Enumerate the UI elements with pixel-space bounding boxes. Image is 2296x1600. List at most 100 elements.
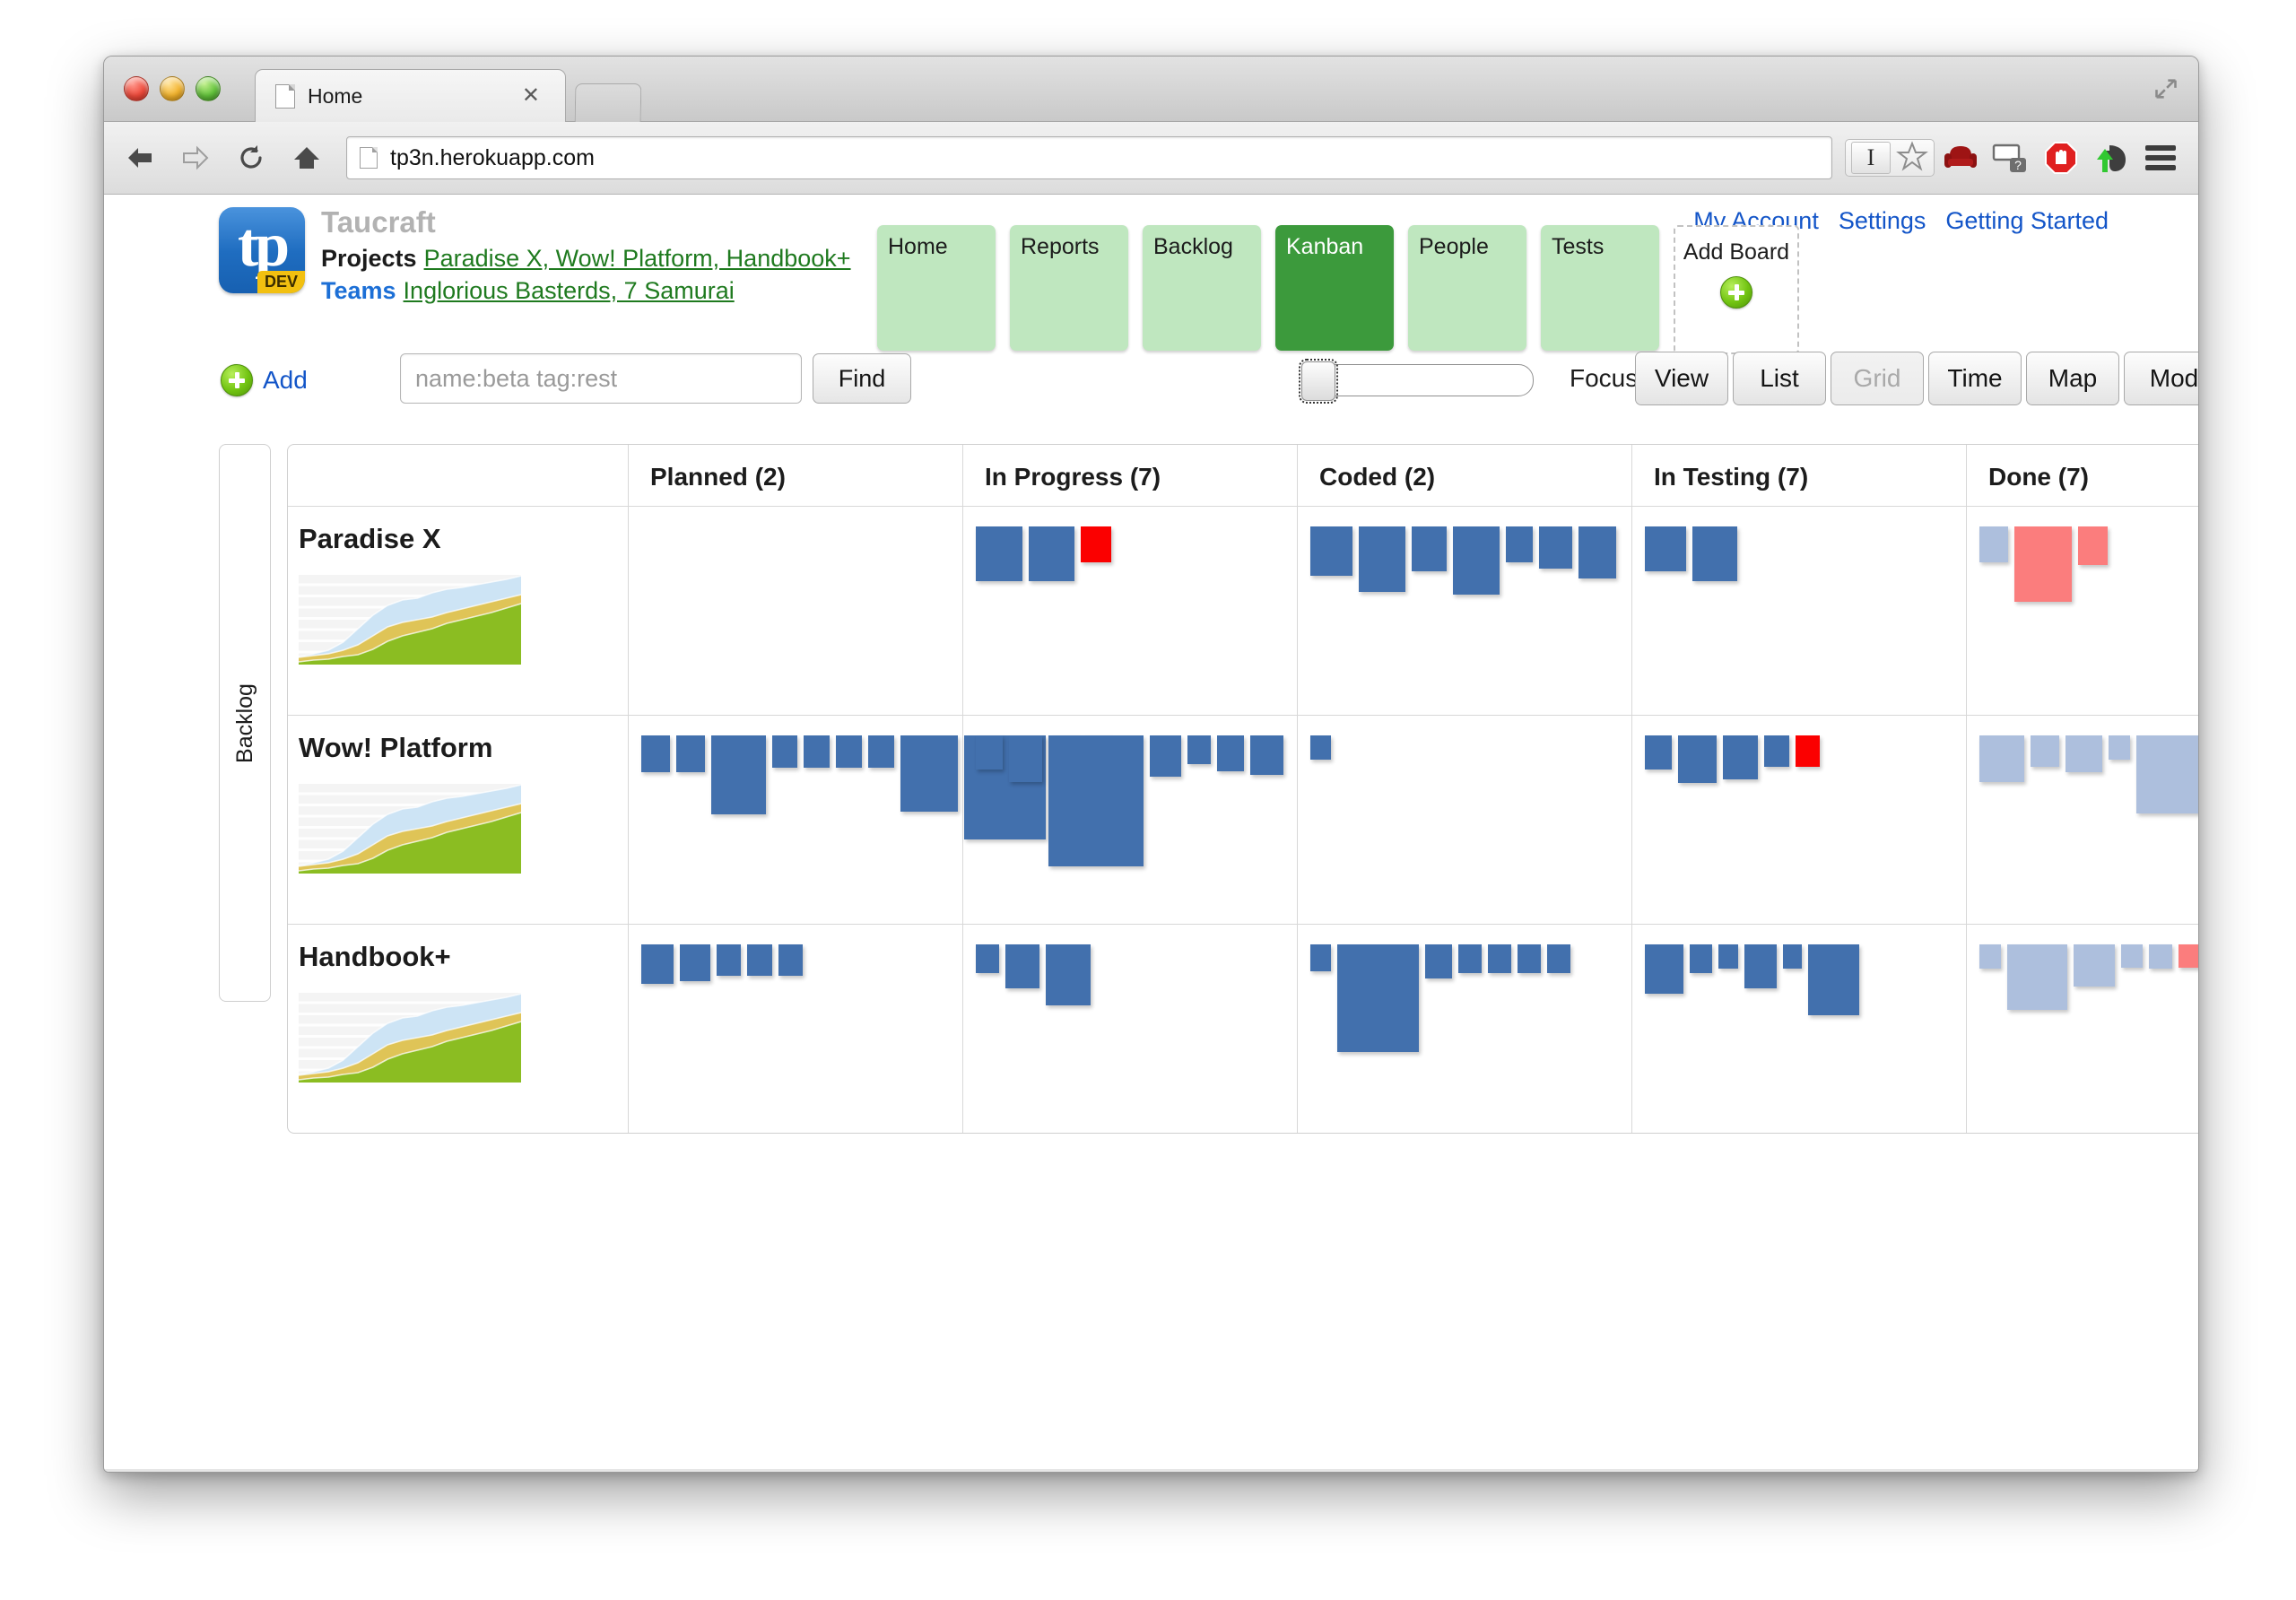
work-item-card[interactable] [1783, 944, 1802, 969]
backlog-side-tab[interactable]: Backlog [219, 444, 271, 1002]
work-item-card[interactable] [1337, 944, 1419, 1052]
work-item-card[interactable] [1539, 526, 1571, 569]
board-cell[interactable] [629, 925, 963, 1133]
work-item-card[interactable] [976, 526, 1022, 581]
work-item-card[interactable] [2149, 944, 2172, 969]
home-icon[interactable] [287, 138, 326, 178]
work-item-card[interactable] [1425, 944, 1452, 978]
work-item-card[interactable] [1310, 526, 1352, 576]
board-tab-tests[interactable]: Tests [1541, 225, 1659, 351]
work-item-card[interactable] [641, 735, 670, 772]
window-traffic-lights[interactable] [124, 76, 221, 101]
board-cell[interactable] [963, 507, 1298, 715]
search-input[interactable] [400, 353, 802, 404]
board-tab-backlog[interactable]: Backlog [1143, 225, 1261, 351]
work-item-card[interactable] [1723, 735, 1759, 779]
work-item-card[interactable] [1412, 526, 1448, 571]
work-item-card[interactable] [1979, 944, 2001, 969]
work-item-card[interactable] [1678, 735, 1717, 783]
work-item-card[interactable] [1310, 944, 1331, 971]
work-item-card[interactable] [976, 944, 999, 973]
board-cell[interactable] [629, 716, 963, 924]
teams-links[interactable]: Inglorious Basterds, 7 Samurai [404, 277, 735, 304]
header-cell-done[interactable]: Done (7) [1967, 445, 2198, 506]
project-name[interactable]: Wow! Platform [299, 732, 628, 764]
work-item-card[interactable] [1506, 526, 1533, 562]
browser-tab[interactable]: Home ✕ [255, 69, 566, 122]
board-cell[interactable] [1298, 925, 1632, 1133]
settings-link[interactable]: Settings [1839, 207, 1926, 235]
new-tab-button[interactable] [575, 83, 642, 122]
address-bar[interactable]: tp3n.herokuapp.com [346, 136, 1832, 179]
time-button[interactable]: Time [1928, 352, 2022, 405]
view-button[interactable]: View [1635, 352, 1728, 405]
work-item-card[interactable] [2179, 944, 2198, 968]
adblock-stop-hand-icon[interactable] [2042, 139, 2080, 177]
project-name[interactable]: Paradise X [299, 523, 628, 555]
header-cell-in-progress[interactable]: In Progress (7) [963, 445, 1298, 506]
work-item-card[interactable] [1187, 735, 1211, 764]
pocket-armchair-icon[interactable] [1942, 139, 1979, 177]
work-item-card[interactable] [1217, 735, 1244, 771]
work-item-card[interactable] [1718, 944, 1737, 969]
work-item-card[interactable] [2121, 944, 2143, 968]
work-item-card[interactable] [1764, 735, 1788, 767]
work-item-card[interactable] [1518, 944, 1541, 973]
zoom-slider-knob[interactable] [1301, 361, 1335, 401]
add-board-button[interactable]: Add Board [1674, 225, 1799, 354]
back-icon[interactable] [120, 138, 160, 178]
board-tab-kanban[interactable]: Kanban [1275, 225, 1394, 351]
board-cell[interactable] [963, 716, 1298, 924]
close-window-button[interactable] [124, 76, 149, 101]
work-item-card[interactable] [680, 944, 709, 981]
work-item-card[interactable] [1808, 944, 1858, 1015]
getting-started-link[interactable]: Getting Started [1945, 207, 2109, 235]
work-item-card[interactable] [1744, 944, 1777, 988]
work-item-card[interactable] [1458, 944, 1482, 973]
forward-icon[interactable] [176, 138, 215, 178]
work-item-card[interactable] [1310, 735, 1331, 760]
work-item-card[interactable] [1645, 944, 1683, 994]
maximize-window-button[interactable] [196, 76, 221, 101]
add-button[interactable]: Add [221, 364, 308, 396]
map-button[interactable]: Map [2026, 352, 2119, 405]
board-cell[interactable] [1632, 716, 1967, 924]
work-item-card[interactable] [676, 735, 705, 772]
work-item-card[interactable] [2136, 735, 2198, 813]
work-item-card[interactable] [2066, 735, 2102, 772]
project-name[interactable]: Handbook+ [299, 941, 628, 973]
find-button[interactable]: Find [813, 353, 911, 404]
work-item-card[interactable] [2078, 526, 2108, 565]
work-item-card[interactable] [868, 735, 894, 768]
board-cell[interactable] [1632, 507, 1967, 715]
projects-links[interactable]: Paradise X, Wow! Platform, Handbook+ [424, 245, 851, 272]
work-item-card[interactable] [1048, 735, 1144, 866]
work-item-card[interactable] [1453, 526, 1500, 595]
work-item-card[interactable] [778, 944, 803, 976]
board-tab-reports[interactable]: Reports [1010, 225, 1128, 351]
work-item-card[interactable] [2109, 735, 2130, 760]
work-item-card[interactable] [1359, 526, 1405, 592]
work-item-card[interactable] [1488, 944, 1511, 973]
work-item-card[interactable] [1250, 735, 1283, 775]
work-item-card[interactable] [1046, 944, 1091, 1005]
board-cell[interactable] [1967, 925, 2198, 1133]
work-item-card[interactable] [1547, 944, 1570, 973]
work-item-card[interactable] [804, 735, 830, 768]
reload-icon[interactable] [231, 138, 271, 178]
header-cell-in-testing[interactable]: In Testing (7) [1632, 445, 1967, 506]
work-item-card[interactable] [2031, 735, 2059, 767]
header-cell-coded[interactable]: Coded (2) [1298, 445, 1632, 506]
modify-button[interactable]: Modify [2124, 352, 2198, 405]
work-item-card[interactable] [1005, 944, 1039, 988]
board-tab-people[interactable]: People [1408, 225, 1526, 351]
work-item-card[interactable] [2007, 944, 2067, 1010]
work-item-card[interactable] [836, 735, 862, 768]
work-item-card[interactable] [976, 735, 1003, 770]
board-tab-home[interactable]: Home [877, 225, 996, 351]
work-item-card[interactable] [1690, 944, 1713, 973]
readability-icon[interactable]: I [1851, 142, 1891, 174]
grid-button[interactable]: Grid [1831, 352, 1924, 405]
board-cell[interactable] [1632, 925, 1967, 1133]
evernote-elephant-icon[interactable] [2092, 139, 2130, 177]
